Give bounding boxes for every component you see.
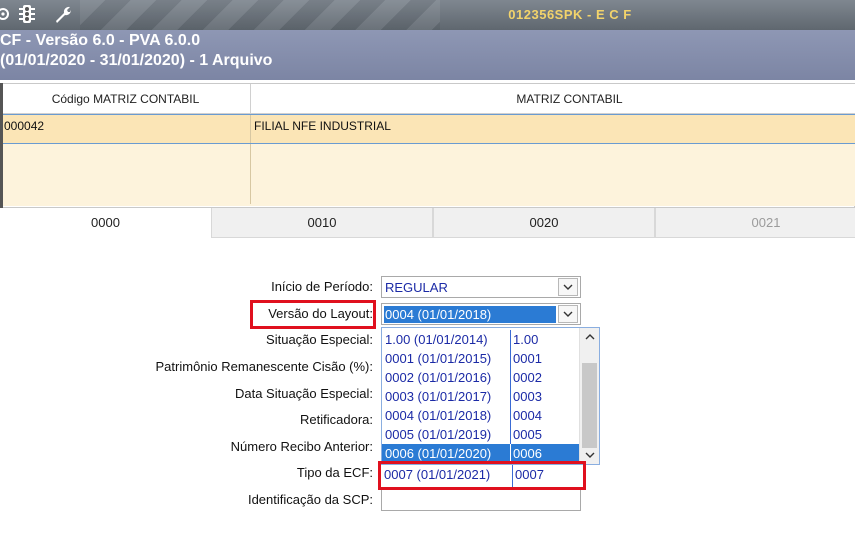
option-text: 0001 (01/01/2015) (385, 351, 492, 366)
ecf-application-window: 012356SPK - E C F CF - Versão 6.0 - PVA … (0, 0, 855, 540)
cell-codigo[interactable]: 000042 (1, 115, 251, 143)
settings-icon[interactable] (0, 3, 14, 25)
column-divider (510, 330, 511, 349)
dropdown-scrollbar[interactable] (579, 328, 599, 464)
label-tipo-ecf: Tipo da ECF: (296, 465, 373, 480)
grid-header: Código MATRIZ CONTABIL MATRIZ CONTABIL (1, 84, 855, 114)
table-row[interactable]: 000042 FILIAL NFE INDUSTRIAL (1, 114, 855, 144)
empty-cell-codigo[interactable] (1, 144, 251, 204)
app-title: 012356SPK - E C F (508, 7, 632, 22)
scroll-up-icon[interactable] (580, 328, 599, 346)
tab-0021[interactable]: 0021 (655, 208, 855, 238)
option-code: 0001 (513, 351, 542, 366)
tab-0020[interactable]: 0020 (433, 208, 655, 238)
dropdown-option[interactable]: 0002 (01/01/2016) 0002 (382, 368, 579, 387)
record-tabs: 0000 0010 0020 0021 (0, 208, 855, 239)
dropdown-option[interactable]: 1.00 (01/01/2014) 1.00 (382, 330, 579, 349)
highlight-box-option-0007 (378, 461, 586, 490)
matriz-contabil-grid: Código MATRIZ CONTABIL MATRIZ CONTABIL 0… (0, 83, 855, 208)
label-situacao-especial: Situação Especial: (266, 332, 373, 347)
version-info: CF - Versão 6.0 - PVA 6.0.0 (0, 32, 201, 49)
column-header-matriz[interactable]: MATRIZ CONTABIL (251, 84, 855, 114)
dropdown-option[interactable]: 0001 (01/01/2015) 0001 (382, 349, 579, 368)
highlight-box-versao-layout (250, 300, 376, 329)
option-text: 0002 (01/01/2016) (385, 370, 492, 385)
column-header-codigo[interactable]: Código MATRIZ CONTABIL (1, 84, 251, 114)
chevron-down-icon[interactable] (558, 305, 578, 323)
traffic-light-icon[interactable] (16, 3, 38, 25)
label-identificacao-scp: Identificação da SCP: (247, 492, 373, 507)
inicio-periodo-value: REGULAR (385, 280, 448, 295)
option-code: 0005 (513, 427, 542, 442)
versao-layout-value: 0004 (01/01/2018) (384, 306, 556, 323)
label-numero-recibo: Número Recibo Anterior: (230, 439, 373, 454)
top-toolbar: 012356SPK - E C F (0, 0, 855, 30)
option-text: 0005 (01/01/2019) (385, 427, 492, 442)
chevron-down-icon[interactable] (558, 278, 578, 296)
column-divider (510, 349, 511, 368)
empty-cell-matriz[interactable] (251, 144, 855, 204)
label-retificadora: Retificadora: (300, 412, 373, 427)
label-inicio-periodo: Início de Período: (271, 279, 373, 294)
file-info-header: CF - Versão 6.0 - PVA 6.0.0 (01/01/2020 … (0, 30, 855, 80)
option-text: 1.00 (01/01/2014) (385, 332, 488, 347)
column-divider (510, 387, 511, 406)
label-patrimonio-cisao: Patrimônio Remanescente Cisão (%): (155, 359, 373, 374)
label-data-situacao: Data Situação Especial: (234, 386, 373, 401)
dropdown-option[interactable]: 0003 (01/01/2017) 0003 (382, 387, 579, 406)
tab-0010[interactable]: 0010 (211, 208, 433, 238)
inicio-periodo-select[interactable]: REGULAR (381, 276, 581, 298)
period-info: (01/01/2020 - 31/01/2020) - 1 Arquivo (0, 52, 273, 69)
identificacao-scp-input[interactable] (381, 489, 581, 511)
wrench-icon[interactable] (52, 3, 74, 25)
option-text: 0006 (01/01/2020) (385, 446, 492, 461)
window-left-border (0, 83, 3, 208)
option-text: 0003 (01/01/2017) (385, 389, 492, 404)
option-code: 0002 (513, 370, 542, 385)
dropdown-option[interactable]: 0005 (01/01/2019) 0005 (382, 425, 579, 444)
toolbar-decoration (80, 0, 440, 30)
option-code: 1.00 (513, 332, 539, 347)
column-divider (510, 425, 511, 444)
option-code: 0004 (513, 408, 542, 423)
empty-table-row[interactable] (1, 144, 855, 206)
column-divider (510, 368, 511, 387)
versao-layout-dropdown-list[interactable]: 1.00 (01/01/2014) 1.00 0001 (01/01/2015)… (381, 327, 600, 465)
option-text: 0004 (01/01/2018) (385, 408, 492, 423)
option-code: 0003 (513, 389, 542, 404)
tab-0000[interactable]: 0000 (0, 208, 211, 239)
cell-matriz[interactable]: FILIAL NFE INDUSTRIAL (251, 115, 855, 143)
dropdown-option[interactable]: 0004 (01/01/2018) 0004 (382, 406, 579, 425)
scrollbar-thumb[interactable] (582, 363, 597, 448)
column-divider (510, 406, 511, 425)
versao-layout-select[interactable]: 0004 (01/01/2018) (381, 303, 581, 325)
option-code: 0006 (513, 446, 542, 461)
